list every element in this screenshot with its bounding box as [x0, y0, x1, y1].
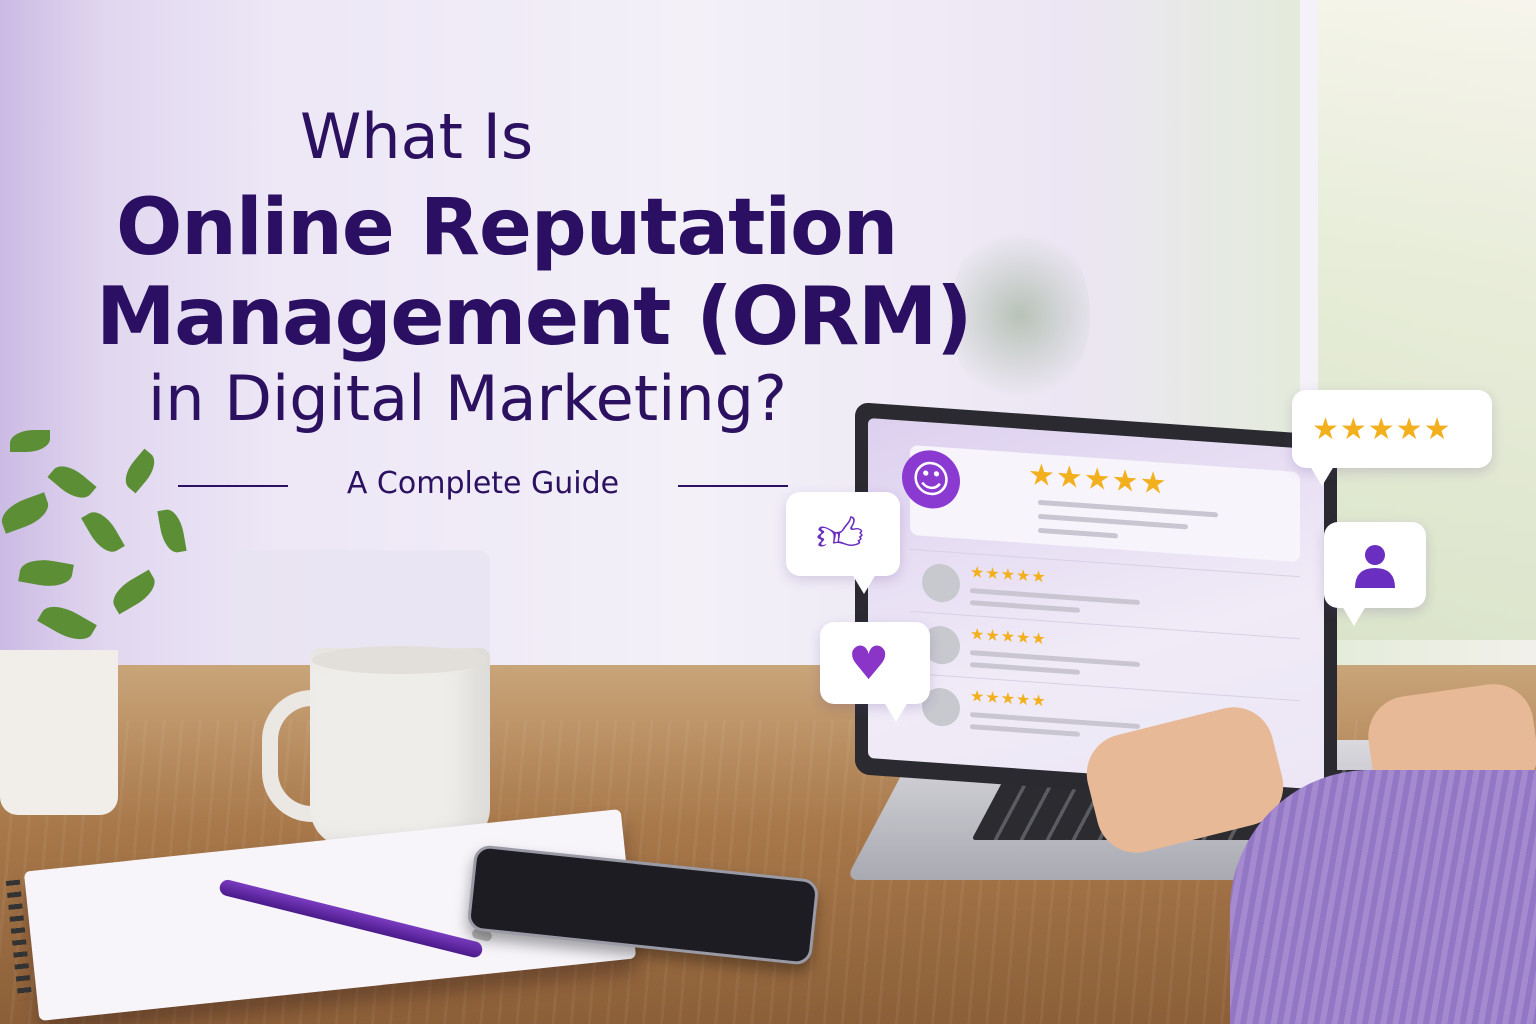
bubble-tail — [1342, 606, 1366, 626]
plant-pot — [0, 650, 118, 815]
subtitle: A Complete Guide — [346, 466, 620, 501]
subtitle-row: A Complete Guide — [178, 466, 788, 506]
bubble-tail — [1310, 466, 1334, 486]
mug-rim — [312, 646, 488, 674]
heart-bubble: ♥ — [820, 622, 930, 704]
headline-line-1: What Is — [300, 100, 534, 173]
bubble-rating-stars: ★★★★★ — [1312, 412, 1452, 447]
heart-icon: ♥ — [848, 636, 890, 690]
like-bubble: 👍︎ — [786, 492, 900, 576]
bubble-tail — [884, 702, 908, 722]
rating-bubble: ★★★★★ — [1292, 390, 1492, 468]
subtitle-divider-left — [178, 485, 288, 487]
avatar-icon — [922, 562, 960, 604]
headline-line-4: in Digital Marketing? — [148, 362, 787, 435]
subtitle-divider-right — [678, 485, 788, 487]
hero-scene: What Is Online Reputation Management (OR… — [0, 0, 1536, 1024]
window-blind — [0, 0, 110, 700]
user-icon — [1355, 545, 1395, 588]
headline-line-3: Management (ORM) — [96, 270, 973, 363]
bubble-tail — [852, 574, 876, 594]
coffee-mug — [310, 648, 490, 848]
user-bubble — [1324, 522, 1426, 608]
headline-line-2: Online Reputation — [116, 183, 898, 273]
thumbs-up-icon: 👍︎ — [816, 507, 865, 561]
review-stars: ★★★★★ — [970, 686, 1047, 711]
purple-sleeve — [1230, 770, 1536, 1024]
review-stars: ★★★★★ — [970, 624, 1047, 649]
review-stars: ★★★★★ — [970, 562, 1047, 587]
